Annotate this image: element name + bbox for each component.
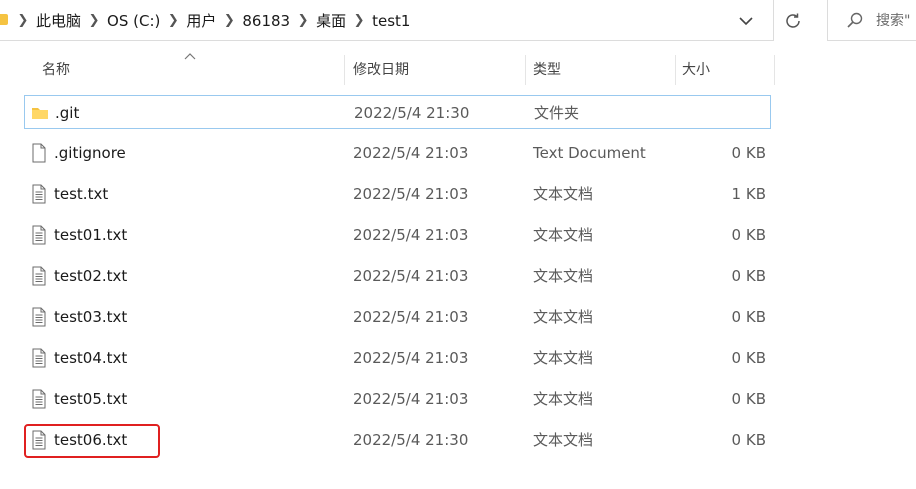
text-file-icon: [30, 348, 48, 368]
chevron-right-icon[interactable]: ❯: [348, 13, 370, 28]
breadcrumb-item-user[interactable]: 86183: [240, 12, 292, 30]
chevron-down-icon: [739, 16, 753, 25]
file-size: 0 KB: [731, 390, 766, 408]
file-type: Text Document: [533, 144, 646, 162]
column-header-type[interactable]: 类型: [533, 49, 673, 89]
breadcrumb-item-users[interactable]: 用户: [184, 10, 218, 31]
file-type: 文本文档: [533, 185, 594, 203]
file-row[interactable]: .git 2022/5/4 21:30 文件夹: [24, 95, 771, 129]
column-divider[interactable]: [344, 55, 345, 85]
text-file-icon: [30, 225, 48, 245]
column-divider[interactable]: [525, 55, 526, 85]
address-bar[interactable]: ❯ 此电脑 ❯ OS (C:) ❯ 用户 ❯ 86183 ❯ 桌面 ❯ test…: [0, 0, 774, 41]
file-row[interactable]: test.txt 2022/5/4 21:03 文本文档 1 KB: [24, 177, 771, 211]
file-size: 1 KB: [731, 185, 766, 203]
chevron-right-icon[interactable]: ❯: [218, 13, 240, 28]
file-row[interactable]: test01.txt 2022/5/4 21:03 文本文档 0 KB: [24, 218, 771, 252]
file-name: test04.txt: [54, 349, 128, 367]
file-name: test02.txt: [54, 267, 128, 285]
file-size: 0 KB: [731, 308, 766, 326]
file-name: .gitignore: [54, 144, 126, 162]
file-row[interactable]: test05.txt 2022/5/4 21:03 文本文档 0 KB: [24, 382, 771, 416]
text-file-icon: [30, 266, 48, 286]
file-row[interactable]: test02.txt 2022/5/4 21:03 文本文档 0 KB: [24, 259, 771, 293]
file-modified: 2022/5/4 21:30: [353, 431, 469, 449]
file-modified: 2022/5/4 21:30: [354, 104, 470, 122]
file-type: 文件夹: [534, 104, 580, 122]
file-size: 0 KB: [731, 431, 766, 449]
chevron-right-icon[interactable]: ❯: [83, 13, 105, 28]
chevron-right-icon[interactable]: ❯: [292, 13, 314, 28]
search-input[interactable]: 搜索": [827, 0, 916, 41]
annotation-highlight-box: [24, 424, 160, 458]
file-name: test.txt: [54, 185, 109, 203]
file-name: test01.txt: [54, 226, 128, 244]
file-name: test05.txt: [54, 390, 128, 408]
file-modified: 2022/5/4 21:03: [353, 185, 469, 203]
breadcrumb-item-current[interactable]: test1: [370, 12, 412, 30]
folder-icon: [31, 103, 49, 123]
column-divider[interactable]: [774, 55, 775, 85]
folder-icon: [0, 14, 8, 25]
file-icon: [30, 143, 48, 163]
file-row[interactable]: test04.txt 2022/5/4 21:03 文本文档 0 KB: [24, 341, 771, 375]
file-modified: 2022/5/4 21:03: [353, 267, 469, 285]
file-size: 0 KB: [731, 349, 766, 367]
column-header-modified[interactable]: 修改日期: [353, 49, 523, 89]
file-size: 0 KB: [731, 144, 766, 162]
file-type: 文本文档: [533, 431, 594, 449]
text-file-icon: [30, 307, 48, 327]
file-modified: 2022/5/4 21:03: [353, 144, 469, 162]
file-type: 文本文档: [533, 349, 594, 367]
search-icon: [847, 12, 863, 28]
file-modified: 2022/5/4 21:03: [353, 390, 469, 408]
chevron-right-icon[interactable]: ❯: [162, 13, 184, 28]
file-name: .git: [55, 104, 80, 122]
file-type: 文本文档: [533, 390, 594, 408]
file-row[interactable]: .gitignore 2022/5/4 21:03 Text Document 0 K…: [24, 136, 771, 170]
text-file-icon: [30, 389, 48, 409]
file-type: 文本文档: [533, 267, 594, 285]
text-file-icon: [30, 184, 48, 204]
column-header-name[interactable]: 名称: [42, 49, 342, 89]
file-type: 文本文档: [533, 226, 594, 244]
file-modified: 2022/5/4 21:03: [353, 226, 469, 244]
file-size: 0 KB: [731, 226, 766, 244]
breadcrumb-item-desktop[interactable]: 桌面: [314, 10, 348, 31]
file-modified: 2022/5/4 21:03: [353, 349, 469, 367]
file-modified: 2022/5/4 21:03: [353, 308, 469, 326]
breadcrumb-item-drive[interactable]: OS (C:): [105, 12, 162, 30]
refresh-button[interactable]: [776, 0, 810, 41]
column-header-size[interactable]: 大小: [682, 49, 772, 89]
file-row[interactable]: test03.txt 2022/5/4 21:03 文本文档 0 KB: [24, 300, 771, 334]
file-size: 0 KB: [731, 267, 766, 285]
column-divider[interactable]: [675, 55, 676, 85]
chevron-right-icon[interactable]: ❯: [12, 13, 34, 28]
refresh-icon: [786, 13, 800, 28]
breadcrumb: ❯ 此电脑 ❯ OS (C:) ❯ 用户 ❯ 86183 ❯ 桌面 ❯ test…: [12, 0, 412, 41]
file-name: test03.txt: [54, 308, 128, 326]
breadcrumb-item-this-pc[interactable]: 此电脑: [34, 10, 83, 31]
search-placeholder: 搜索": [876, 13, 911, 29]
file-type: 文本文档: [533, 308, 594, 326]
address-history-button[interactable]: [735, 10, 757, 32]
